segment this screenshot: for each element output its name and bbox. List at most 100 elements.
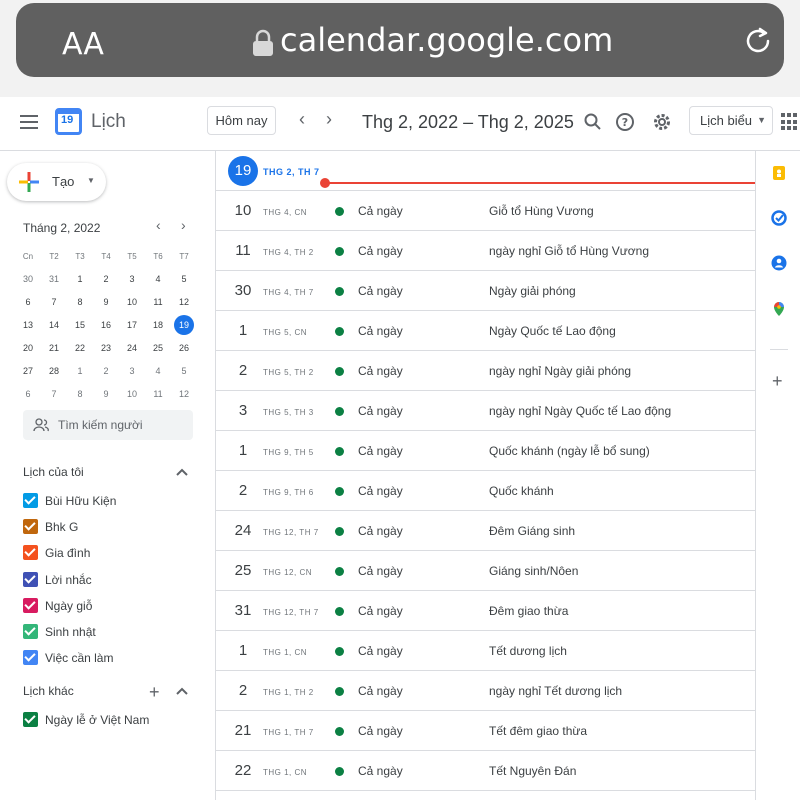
- mini-calendar-day[interactable]: 10: [119, 291, 145, 314]
- mini-next-month-icon[interactable]: ›: [181, 217, 186, 233]
- create-button[interactable]: Tạo ▼: [7, 163, 106, 201]
- event-row[interactable]: 2 THG 9, TH 6 Cả ngày Quốc khánh: [216, 471, 756, 511]
- mini-calendar-day[interactable]: 10: [119, 383, 145, 406]
- mini-calendar-day[interactable]: 12: [171, 291, 197, 314]
- weekday-header: T6: [153, 252, 163, 261]
- checkbox-icon[interactable]: [23, 545, 38, 561]
- mini-calendar-day[interactable]: 12: [171, 383, 197, 406]
- mini-calendar-day[interactable]: 9: [93, 383, 119, 406]
- event-row[interactable]: 1 THG 5, CN Cả ngày Ngày Quốc tế Lao động: [216, 311, 756, 351]
- mini-calendar-day[interactable]: 7: [41, 291, 67, 314]
- contacts-icon[interactable]: [771, 255, 787, 271]
- add-icon[interactable]: +: [772, 371, 783, 392]
- mini-calendar-day[interactable]: 23: [93, 337, 119, 360]
- mini-calendar-day[interactable]: 1: [67, 268, 93, 291]
- address-bar[interactable]: AA calendar.google.com: [16, 3, 784, 77]
- checkbox-icon[interactable]: [23, 597, 38, 613]
- mini-calendar-day[interactable]: 18: [145, 314, 171, 337]
- mini-calendar-day[interactable]: 3: [119, 268, 145, 291]
- mini-calendar-day[interactable]: 5: [171, 268, 197, 291]
- mini-calendar-day[interactable]: 22: [67, 337, 93, 360]
- mini-calendar-day[interactable]: 30: [15, 268, 41, 291]
- mini-calendar-day[interactable]: 7: [41, 383, 67, 406]
- event-row[interactable]: 22 THG 1, CN Cả ngày Tết Nguyên Đán: [216, 751, 756, 791]
- current-time-dot: [320, 178, 330, 188]
- mini-calendar-day[interactable]: 19: [171, 314, 197, 337]
- event-time: Cả ngày: [358, 724, 403, 738]
- checkbox-icon[interactable]: [23, 519, 38, 535]
- mini-calendar-day[interactable]: 14: [41, 314, 67, 337]
- checkbox-icon[interactable]: [23, 712, 38, 727]
- event-row[interactable]: 3 THG 5, TH 3 Cả ngày ngày nghỉ Ngày Quốc t…: [216, 391, 756, 431]
- mini-calendar-day[interactable]: 6: [15, 291, 41, 314]
- event-row[interactable]: 25 THG 12, CN Cả ngày Giáng sinh/Nôen: [216, 551, 756, 591]
- apps-grid-icon[interactable]: [781, 113, 799, 131]
- mini-calendar-day[interactable]: 11: [145, 383, 171, 406]
- checkbox-icon[interactable]: [23, 571, 38, 587]
- mini-calendar-day[interactable]: 21: [41, 337, 67, 360]
- today-button[interactable]: Hôm nay: [207, 106, 276, 135]
- mini-calendar-day[interactable]: 5: [171, 360, 197, 383]
- mini-calendar-day[interactable]: 15: [67, 314, 93, 337]
- mini-calendar-day[interactable]: 16: [93, 314, 119, 337]
- other-calendars-title[interactable]: Lịch khác: [23, 684, 74, 698]
- mini-calendar-day[interactable]: 20: [15, 337, 41, 360]
- mini-calendar-day[interactable]: 24: [119, 337, 145, 360]
- event-row[interactable]: 24 THG 12, TH 7 Cả ngày Đêm Giáng sinh: [216, 511, 756, 551]
- selected-day[interactable]: 19: [174, 315, 194, 335]
- mini-calendar-day[interactable]: 8: [67, 291, 93, 314]
- mini-calendar-day[interactable]: 2: [93, 360, 119, 383]
- mini-prev-month-icon[interactable]: ‹: [156, 217, 161, 233]
- event-row[interactable]: 1 THG 9, TH 5 Cả ngày Quốc khánh (ngày lễ b…: [216, 431, 756, 471]
- view-selector[interactable]: Lịch biểu ▼: [689, 106, 773, 135]
- today-day-badge[interactable]: 19: [228, 156, 258, 186]
- chevron-up-icon[interactable]: [176, 468, 188, 476]
- mini-calendar-day[interactable]: 8: [67, 383, 93, 406]
- menu-icon[interactable]: [20, 115, 38, 129]
- checkbox-icon[interactable]: [23, 493, 38, 508]
- checkbox-icon[interactable]: [23, 624, 38, 639]
- mini-calendar-day[interactable]: 27: [15, 360, 41, 383]
- chevron-left-icon[interactable]: ‹: [299, 109, 305, 130]
- event-row[interactable]: 30 THG 4, TH 7 Cả ngày Ngày giải phóng: [216, 271, 756, 311]
- mini-calendar-day[interactable]: 2: [93, 268, 119, 291]
- mini-calendar-day[interactable]: 26: [171, 337, 197, 360]
- event-row[interactable]: 21 THG 1, TH 7 Cả ngày Tết đêm giao thừa: [216, 711, 756, 751]
- weekday-header: T2: [49, 252, 59, 261]
- event-time: Cả ngày: [358, 204, 403, 218]
- mini-calendar-day[interactable]: 1: [67, 360, 93, 383]
- mini-calendar-day[interactable]: 31: [41, 268, 67, 291]
- keep-icon[interactable]: [771, 165, 787, 181]
- reload-icon[interactable]: [740, 23, 776, 59]
- today-row[interactable]: 19 THG 2, TH 7: [216, 151, 756, 191]
- weekday-header: T5: [127, 252, 137, 261]
- event-row[interactable]: 10 THG 4, CN Cả ngày Giỗ tổ Hùng Vương: [216, 191, 756, 231]
- mini-calendar-day[interactable]: 17: [119, 314, 145, 337]
- maps-icon[interactable]: [771, 301, 787, 317]
- my-calendars-title[interactable]: Lịch của tôi: [23, 465, 84, 479]
- mini-calendar-day[interactable]: 9: [93, 291, 119, 314]
- event-row[interactable]: 2 THG 5, TH 2 Cả ngày ngày nghỉ Ngày giải p…: [216, 351, 756, 391]
- help-icon[interactable]: ?: [614, 111, 636, 133]
- mini-calendar-day[interactable]: 3: [119, 360, 145, 383]
- mini-calendar-day[interactable]: 11: [145, 291, 171, 314]
- text-size-button[interactable]: AA: [62, 27, 104, 62]
- checkbox-icon[interactable]: [23, 650, 38, 666]
- chevron-up-icon[interactable]: [176, 687, 188, 695]
- event-row[interactable]: 2 THG 1, TH 2 Cả ngày ngày nghỉ Tết dương l…: [216, 671, 756, 711]
- add-calendar-icon[interactable]: +: [149, 682, 160, 703]
- settings-gear-icon[interactable]: [651, 111, 673, 133]
- search-people-input[interactable]: Tìm kiếm người: [23, 410, 193, 440]
- event-row[interactable]: 11 THG 4, TH 2 Cả ngày ngày nghỉ Giỗ tổ Hùn…: [216, 231, 756, 271]
- mini-calendar-day[interactable]: 25: [145, 337, 171, 360]
- tasks-icon[interactable]: [771, 210, 787, 226]
- event-row[interactable]: 1 THG 1, CN Cả ngày Tết dương lịch: [216, 631, 756, 671]
- search-icon[interactable]: [582, 111, 604, 133]
- mini-calendar-day[interactable]: 6: [15, 383, 41, 406]
- mini-calendar-day[interactable]: 4: [145, 360, 171, 383]
- chevron-right-icon[interactable]: ›: [326, 109, 332, 130]
- mini-calendar-day[interactable]: 4: [145, 268, 171, 291]
- mini-calendar-day[interactable]: 13: [15, 314, 41, 337]
- event-row[interactable]: 31 THG 12, TH 7 Cả ngày Đêm giao thừa: [216, 591, 756, 631]
- mini-calendar-day[interactable]: 28: [41, 360, 67, 383]
